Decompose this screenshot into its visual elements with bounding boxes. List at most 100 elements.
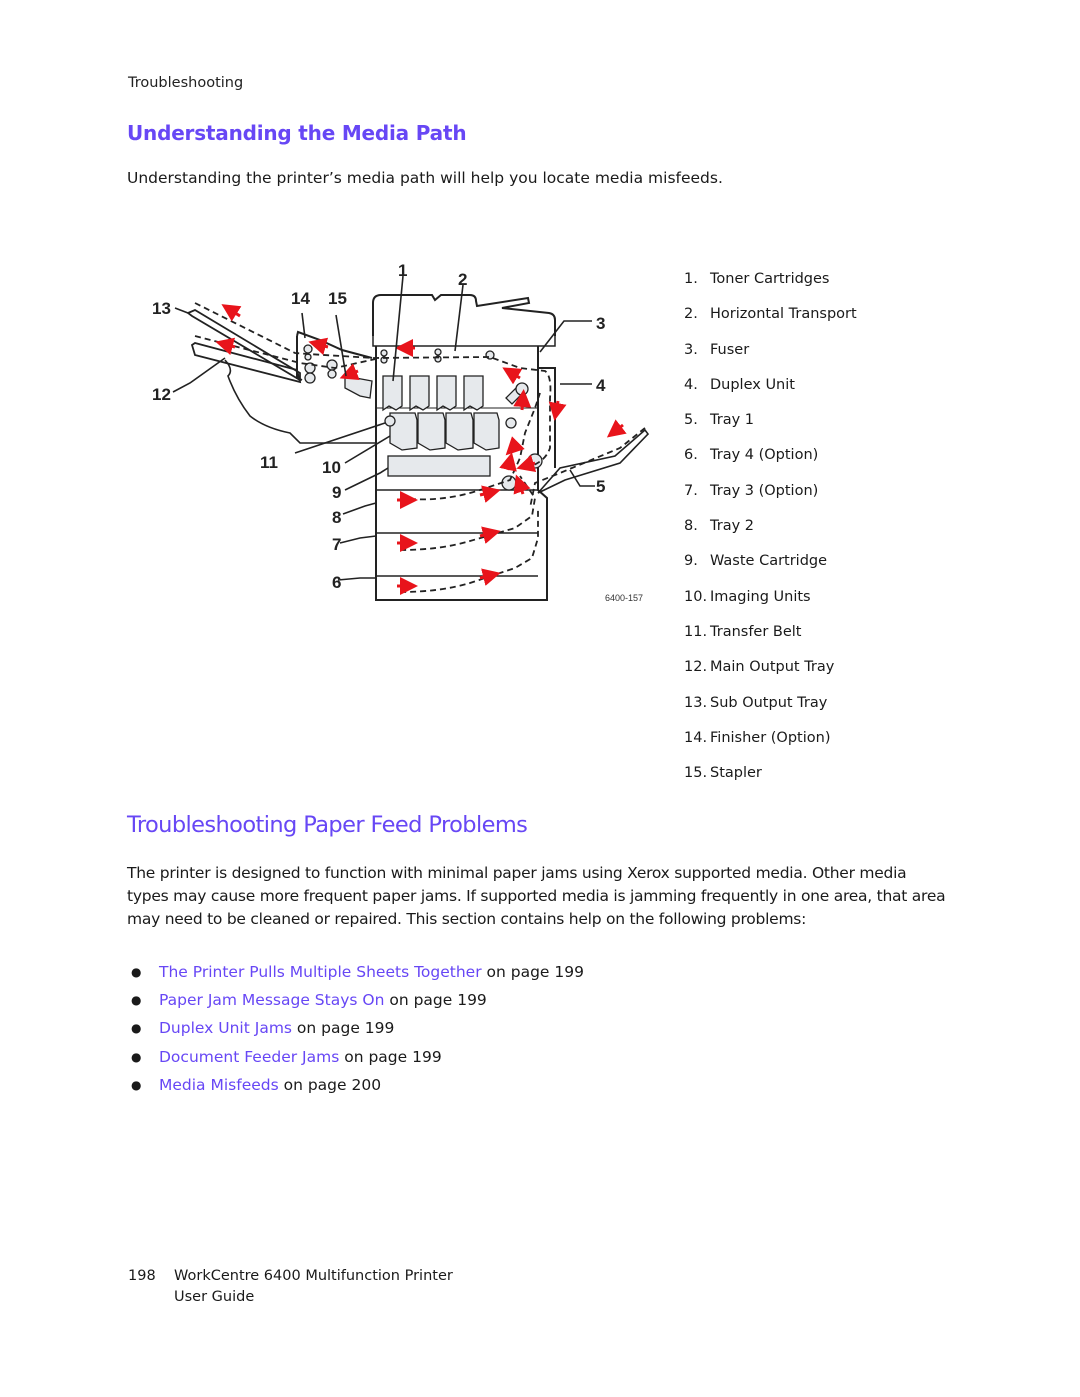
page-reference: on page 199: [292, 1019, 395, 1038]
callout-index: 7.: [684, 482, 698, 499]
callout-item: 10. Imaging Units: [684, 586, 857, 621]
callout-label: Fuser: [710, 341, 750, 358]
bullet-icon: ●: [131, 1021, 142, 1036]
waste-cartridge: [387, 455, 491, 477]
callout-item: 6. Tray 4 (Option): [684, 444, 857, 479]
belt-roller-left: [384, 415, 396, 427]
callout-index: 2.: [684, 306, 698, 323]
callout-index: 6.: [684, 447, 698, 464]
callout-index: 15.: [684, 765, 708, 782]
callout-number: 1: [398, 261, 407, 280]
list-item: ● The Printer Pulls Multiple Sheets Toget…: [127, 958, 584, 986]
callout-item: 1. Toner Cartridges: [684, 268, 857, 303]
callout-label: Toner Cartridges: [710, 271, 830, 287]
link-multiple-sheets[interactable]: The Printer Pulls Multiple Sheets Togeth…: [159, 963, 482, 981]
callout-number: 6: [332, 573, 341, 592]
callout-label: Stapler: [710, 765, 762, 782]
feed-problems-paragraph: The printer is designed to function with…: [127, 864, 946, 928]
bullet-icon: ●: [131, 965, 142, 979]
bullet-icon: ●: [131, 1049, 142, 1064]
callout-number: 15: [328, 289, 347, 308]
callout-label: Imaging Units: [710, 588, 811, 605]
callout-index: 8.: [684, 518, 698, 535]
callout-item: 7. Tray 3 (Option): [684, 480, 857, 515]
callout-number: 9: [332, 483, 341, 502]
callout-item: 4. Duplex Unit: [684, 374, 857, 409]
callout-label: Waste Cartridge: [710, 553, 828, 570]
page-footer: 198 WorkCentre 6400 Multifunction Printer…: [128, 1266, 453, 1308]
callout-label: Tray 4 (Option): [710, 447, 819, 464]
leader-lines: [172, 275, 595, 581]
callout-item: 15. Stapler: [684, 762, 857, 797]
callout-index: 12.: [684, 659, 708, 676]
direction-arrows: [215, 304, 627, 595]
callout-index: 13.: [684, 694, 708, 711]
callout-label: Finisher (Option): [710, 729, 831, 746]
figure-id: 6400-157: [605, 593, 643, 603]
page-reference: on page 199: [481, 963, 584, 981]
product-name: WorkCentre 6400 Multifunction Printer: [174, 1268, 453, 1284]
callout-label: Duplex Unit: [710, 376, 795, 393]
page-reference: on page 199: [384, 991, 487, 1010]
callout-label: Tray 2: [710, 518, 754, 535]
problem-links-list: ● The Printer Pulls Multiple Sheets Toget…: [127, 958, 584, 1099]
belt-roller-right: [505, 417, 517, 429]
page-reference: on page 200: [278, 1075, 382, 1094]
callout-item: 2. Horizontal Transport: [684, 303, 857, 338]
bullet-icon: ●: [131, 993, 142, 1008]
bullet-icon: ●: [131, 1077, 142, 1092]
callout-index: 5.: [684, 412, 698, 429]
callout-number: 2: [458, 270, 467, 289]
feed-problems-heading: Troubleshooting Paper Feed Problems: [127, 812, 528, 838]
callout-legend: 1. Toner Cartridges 2. Horizontal Transpor…: [684, 268, 857, 797]
callout-index: 10.: [684, 588, 708, 605]
callout-item: 3. Fuser: [684, 339, 857, 374]
callout-number: 3: [596, 314, 605, 333]
page-number: 198: [128, 1268, 156, 1284]
link-duplex-unit-jams[interactable]: Duplex Unit Jams: [159, 1019, 292, 1037]
printer-illustration: 1 2 3 4 5 6 7 8 9 10 11 12 13 14 15 6400…: [152, 261, 650, 603]
running-head: Troubleshooting: [128, 75, 244, 91]
callout-index: 11.: [684, 623, 708, 640]
toner-cartridges: [382, 375, 484, 412]
callout-index: 1.: [684, 271, 698, 287]
callout-label: Tray 3 (Option): [710, 482, 819, 499]
callout-label: Sub Output Tray: [710, 694, 828, 711]
callout-number: 12: [152, 385, 171, 404]
stapler-part: [344, 375, 373, 399]
section-heading: Understanding the Media Path: [127, 121, 467, 145]
callout-index: 4.: [684, 376, 698, 393]
link-media-misfeeds[interactable]: Media Misfeeds: [159, 1076, 279, 1094]
callout-item: 14. Finisher (Option): [684, 727, 857, 762]
media-path-diagram: 1 2 3 4 5 6 7 8 9 10 11 12 13 14 15 6400…: [140, 258, 660, 608]
callout-label: Horizontal Transport: [710, 306, 857, 323]
imaging-units: [389, 412, 500, 451]
callout-number: 14: [291, 289, 310, 308]
intro-paragraph: Understanding the printer’s media path w…: [127, 169, 723, 187]
callout-label: Tray 1: [710, 412, 754, 429]
printer-outline: [186, 294, 650, 601]
list-item: ● Paper Jam Message Stays On on page 199: [127, 986, 584, 1014]
callout-number: 8: [332, 508, 341, 527]
guide-name: User Guide: [174, 1289, 255, 1305]
callout-number: 13: [152, 299, 171, 318]
callout-index: 14.: [684, 729, 708, 746]
page-reference: on page 199: [339, 1047, 442, 1066]
callout-item: 12. Main Output Tray: [684, 656, 857, 691]
callout-label: Transfer Belt: [710, 623, 802, 640]
list-item: ● Document Feeder Jams on page 199: [127, 1043, 584, 1071]
callout-number: 5: [596, 477, 605, 496]
callout-item: 11. Transfer Belt: [684, 621, 857, 656]
link-paper-jam-message[interactable]: Paper Jam Message Stays On: [159, 991, 384, 1009]
callout-number: 10: [322, 458, 341, 477]
link-document-feeder-jams[interactable]: Document Feeder Jams: [159, 1048, 339, 1066]
callout-item: 13. Sub Output Tray: [684, 692, 857, 727]
callout-index: 9.: [684, 553, 698, 570]
list-item: ● Duplex Unit Jams on page 199: [127, 1014, 584, 1042]
callout-number: 7: [332, 535, 341, 554]
callout-label: Main Output Tray: [710, 659, 835, 676]
list-item: ● Media Misfeeds on page 200: [127, 1071, 584, 1099]
callout-item: 5. Tray 1: [684, 409, 857, 444]
callout-index: 3.: [684, 341, 698, 358]
callout-number: 4: [596, 376, 606, 395]
